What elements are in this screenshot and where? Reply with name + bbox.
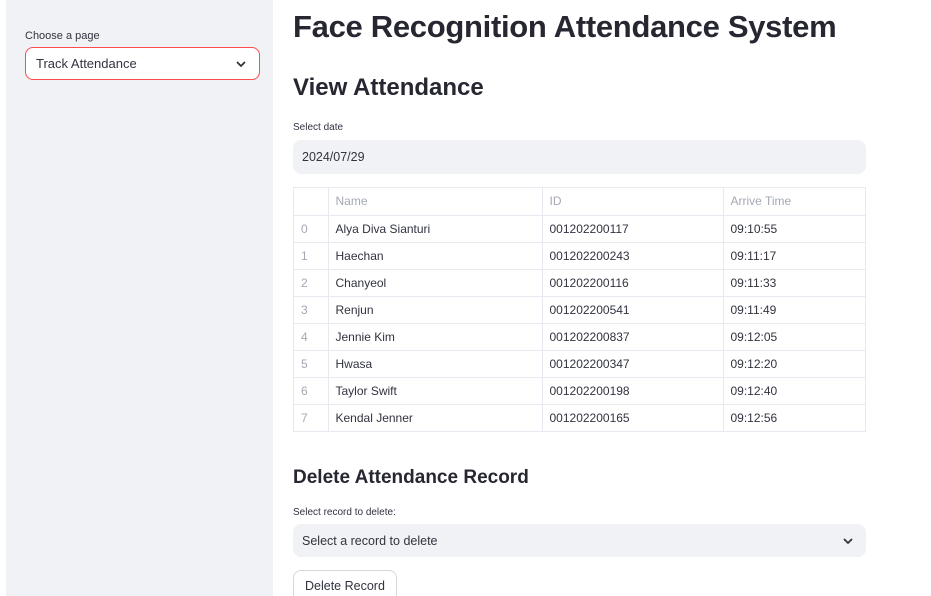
column-header-id[interactable]: ID — [542, 188, 724, 216]
table-row: 2 Chanyeol 001202200116 09:11:33 — [294, 269, 865, 297]
date-input[interactable]: 2024/07/29 — [293, 140, 866, 174]
cell-arrive-time[interactable]: 09:11:49 — [723, 296, 865, 324]
cell-id[interactable]: 001202200117 — [542, 215, 724, 243]
table-header-row: Name ID Arrive Time — [294, 188, 865, 216]
date-label: Select date — [293, 122, 344, 133]
chevron-down-icon — [235, 58, 247, 70]
delete-record-heading: Delete Attendance Record — [293, 467, 529, 488]
cell-name[interactable]: Hwasa — [328, 350, 543, 378]
delete-record-button[interactable]: Delete Record — [293, 570, 397, 596]
delete-record-select[interactable]: Select a record to delete — [293, 524, 866, 557]
row-index: 7 — [294, 404, 329, 431]
cell-name[interactable]: Jennie Kim — [328, 323, 543, 351]
row-index: 0 — [294, 215, 329, 243]
chevron-down-icon — [842, 535, 854, 547]
delete-select-placeholder: Select a record to delete — [302, 533, 438, 548]
row-index: 3 — [294, 296, 329, 324]
table-row: 4 Jennie Kim 001202200837 09:12:05 — [294, 323, 865, 351]
cell-id[interactable]: 001202200243 — [542, 242, 724, 270]
app-root: Choose a page Track Attendance Face Reco… — [0, 0, 931, 596]
cell-arrive-time[interactable]: 09:11:33 — [723, 269, 865, 297]
row-index: 5 — [294, 350, 329, 378]
table-row: 7 Kendal Jenner 001202200165 09:12:56 — [294, 404, 865, 431]
column-header-name[interactable]: Name — [328, 188, 543, 216]
cell-name[interactable]: Alya Diva Sianturi — [328, 215, 543, 243]
cell-arrive-time[interactable]: 09:11:17 — [723, 242, 865, 270]
column-header-arrive-time[interactable]: Arrive Time — [723, 188, 865, 216]
cell-arrive-time[interactable]: 09:12:20 — [723, 350, 865, 378]
cell-name[interactable]: Chanyeol — [328, 269, 543, 297]
page-title: Face Recognition Attendance System — [293, 9, 837, 44]
cell-name[interactable]: Kendal Jenner — [328, 404, 543, 431]
attendance-table[interactable]: Name ID Arrive Time 0 Alya Diva Sianturi… — [293, 187, 866, 432]
date-value: 2024/07/29 — [302, 150, 365, 164]
cell-id[interactable]: 001202200198 — [542, 377, 724, 405]
page-select-label: Choose a page — [25, 30, 100, 42]
delete-select-label: Select record to delete: — [293, 507, 396, 518]
cell-id[interactable]: 001202200347 — [542, 350, 724, 378]
cell-name[interactable]: Renjun — [328, 296, 543, 324]
column-header-index[interactable] — [294, 188, 329, 216]
view-attendance-heading: View Attendance — [293, 74, 484, 101]
cell-id[interactable]: 001202200116 — [542, 269, 724, 297]
cell-id[interactable]: 001202200165 — [542, 404, 724, 431]
row-index: 1 — [294, 242, 329, 270]
cell-id[interactable]: 001202200541 — [542, 296, 724, 324]
row-index: 2 — [294, 269, 329, 297]
cell-name[interactable]: Haechan — [328, 242, 543, 270]
table-row: 5 Hwasa 001202200347 09:12:20 — [294, 350, 865, 378]
cell-arrive-time[interactable]: 09:12:05 — [723, 323, 865, 351]
cell-id[interactable]: 001202200837 — [542, 323, 724, 351]
row-index: 6 — [294, 377, 329, 405]
cell-name[interactable]: Taylor Swift — [328, 377, 543, 405]
table-row: 0 Alya Diva Sianturi 001202200117 09:10:… — [294, 215, 865, 243]
page-select-value: Track Attendance — [36, 56, 137, 71]
row-index: 4 — [294, 323, 329, 351]
cell-arrive-time[interactable]: 09:12:40 — [723, 377, 865, 405]
table-row: 3 Renjun 001202200541 09:11:49 — [294, 296, 865, 324]
table-row: 6 Taylor Swift 001202200198 09:12:40 — [294, 377, 865, 405]
table-row: 1 Haechan 001202200243 09:11:17 — [294, 242, 865, 270]
sidebar: Choose a page Track Attendance — [0, 0, 273, 596]
page-select[interactable]: Track Attendance — [25, 47, 260, 80]
cell-arrive-time[interactable]: 09:12:56 — [723, 404, 865, 431]
cell-arrive-time[interactable]: 09:10:55 — [723, 215, 865, 243]
